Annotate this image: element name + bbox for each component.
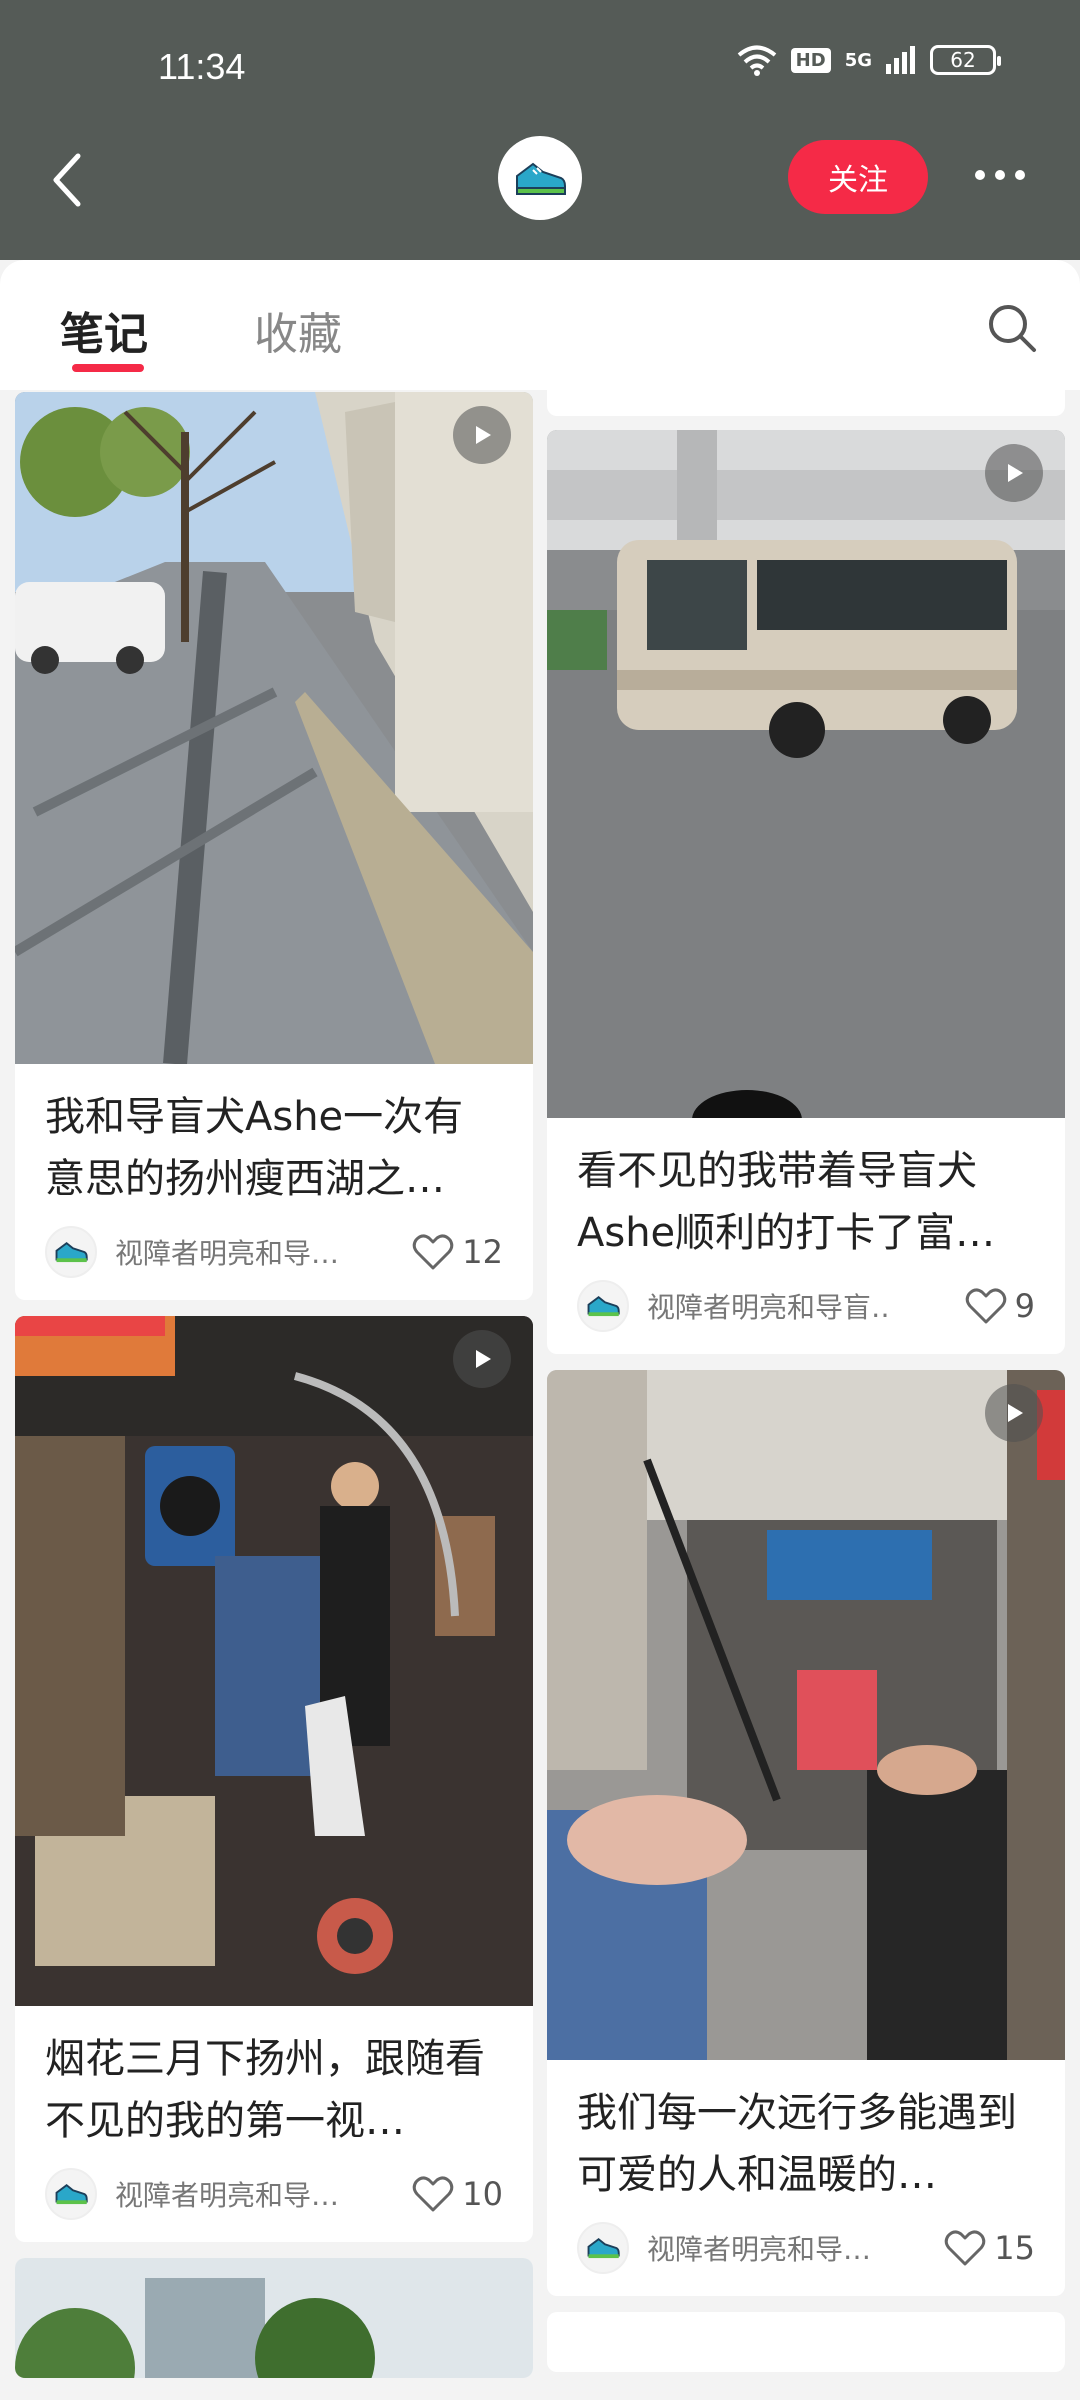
status-time: 11:34 [158, 46, 246, 87]
sneaker-icon [55, 2183, 88, 2205]
note-meta: 视障者明亮和导… 12 [15, 1210, 533, 1300]
note-card[interactable]: 我和导盲犬Ashe一次有意思的扬州瘦西湖之… 视障者明亮和导… 12 [15, 392, 533, 1300]
author-avatar[interactable] [577, 2222, 629, 2274]
sneaker-icon [55, 1241, 88, 1263]
note-title[interactable]: 我和导盲犬Ashe一次有意思的扬州瘦西湖之… [15, 1064, 533, 1210]
like-button[interactable]: 9 [965, 1287, 1035, 1325]
content-sheet: 笔记 收藏 我和导盲犬Ashe一次有意思的扬州瘦西湖之… 视障者明亮和导… 12… [0, 260, 1080, 2400]
profile-header: 11:34 HD 5G 62 关注 [0, 0, 1080, 260]
note-meta: 视障者明亮和导… 15 [547, 2206, 1065, 2296]
tab-bar: 笔记 收藏 [0, 260, 1080, 390]
note-thumbnail[interactable] [547, 1370, 1065, 2060]
note-title[interactable]: 看不见的我带着导盲犬Ashe顺利的打卡了富… [547, 1118, 1065, 1264]
play-icon [985, 1384, 1043, 1442]
note-card[interactable]: 看不见的我带着导盲犬Ashe顺利的打卡了富… 视障者明亮和导盲… 9 [547, 430, 1065, 1354]
author-name[interactable]: 视障者明亮和导盲… [647, 1286, 887, 1326]
note-card[interactable] [547, 2312, 1065, 2372]
heart-icon [413, 1234, 454, 1270]
author-name[interactable]: 视障者明亮和导… [115, 2174, 355, 2214]
note-card[interactable]: 我们每一次远行多能遇到可爱的人和温暖的… 视障者明亮和导… 15 [547, 1370, 1065, 2296]
sneaker-icon [587, 1295, 620, 1317]
more-dot [1015, 170, 1025, 180]
note-meta: 视障者明亮和导… 10 [15, 2152, 533, 2242]
author-avatar[interactable] [577, 1280, 629, 1332]
more-dot [995, 170, 1005, 180]
note-thumbnail[interactable] [15, 392, 533, 1064]
author-name[interactable]: 视障者明亮和导… [115, 1232, 355, 1272]
profile-avatar[interactable] [498, 136, 582, 220]
more-dot [975, 170, 985, 180]
feed-column-left: 我和导盲犬Ashe一次有意思的扬州瘦西湖之… 视障者明亮和导… 12 烟花三月下… [15, 392, 533, 2394]
heart-icon [413, 2176, 454, 2212]
author-avatar[interactable] [45, 1226, 97, 1278]
heart-icon [945, 2230, 986, 2266]
note-card[interactable]: 烟花三月下扬州，跟随看不见的我的第一视… 视障者明亮和导… 10 [15, 1316, 533, 2242]
sneaker-avatar-icon [516, 162, 566, 195]
like-count: 15 [994, 2229, 1035, 2267]
play-icon [985, 444, 1043, 502]
like-button[interactable]: 10 [412, 2175, 503, 2213]
trees-photo [15, 2258, 533, 2378]
follow-button[interactable]: 关注 [788, 140, 928, 214]
market-photo [15, 1316, 533, 2006]
play-icon [453, 1330, 511, 1388]
previous-card-footer [547, 376, 1065, 416]
play-icon [453, 406, 511, 464]
note-meta: 视障者明亮和导盲… 9 [547, 1264, 1065, 1354]
sneaker-icon [587, 2237, 620, 2259]
tab-active-indicator [72, 364, 144, 372]
battery-indicator: 62 [930, 45, 1001, 75]
like-count: 9 [1014, 1287, 1035, 1325]
train-seat-photo [547, 1370, 1065, 2060]
hd-badge: HD [790, 47, 831, 73]
like-count: 12 [462, 1233, 503, 1271]
bus-photo [547, 430, 1065, 1118]
note-title[interactable]: 我们每一次远行多能遇到可爱的人和温暖的… [547, 2060, 1065, 2206]
note-card[interactable] [15, 2258, 533, 2378]
back-button[interactable] [46, 150, 86, 210]
note-thumbnail[interactable] [15, 2258, 533, 2378]
network-label: 5G [844, 49, 872, 71]
more-button[interactable] [968, 160, 1032, 190]
author-avatar[interactable] [45, 2168, 97, 2220]
like-count: 10 [462, 2175, 503, 2213]
like-button[interactable]: 15 [944, 2229, 1035, 2267]
feed-column-right: 看不见的我带着导盲犬Ashe顺利的打卡了富… 视障者明亮和导盲… 9 我们每一次… [547, 376, 1065, 2388]
street-photo [15, 392, 533, 1064]
note-thumbnail[interactable] [547, 430, 1065, 1118]
author-name[interactable]: 视障者明亮和导… [647, 2228, 887, 2268]
tab-notes[interactable]: 笔记 [60, 298, 148, 362]
tab-favorites[interactable]: 收藏 [254, 298, 342, 362]
search-icon[interactable] [982, 298, 1042, 358]
wifi-icon [737, 45, 776, 76]
battery-level: 62 [950, 48, 976, 72]
like-button[interactable]: 12 [412, 1233, 503, 1271]
heart-icon [965, 1288, 1006, 1324]
note-title[interactable]: 烟花三月下扬州，跟随看不见的我的第一视… [15, 2006, 533, 2152]
note-thumbnail[interactable] [15, 1316, 533, 2006]
signal-icon [886, 46, 915, 74]
status-icons: HD 5G 62 [737, 44, 1001, 76]
